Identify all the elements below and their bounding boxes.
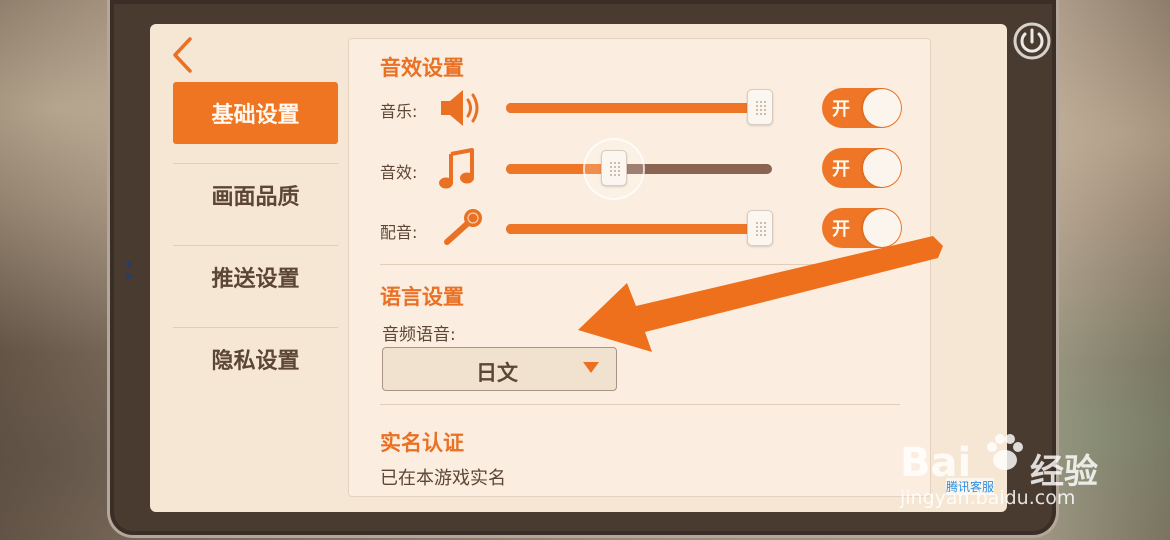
sfx-label: 音效: [380, 163, 418, 182]
toggle-knob [863, 149, 901, 187]
slider-fill [506, 224, 772, 234]
toggle-knob [863, 209, 901, 247]
voice-slider-thumb[interactable] [747, 210, 773, 246]
sidebar-item-privacy[interactable]: 隐私设置 [173, 328, 338, 390]
toggle-label: 开 [832, 219, 850, 240]
watermark-url: jingyan.baidu.com [900, 487, 1076, 509]
sidebar-item-label: 画面品质 [211, 185, 300, 210]
divider [173, 226, 338, 246]
audio-section-title: 音效设置 [380, 56, 464, 80]
sidebar-item-graphics[interactable]: 画面品质 [173, 164, 338, 226]
sidebar-item-label: 隐私设置 [211, 349, 300, 374]
voice-volume-slider[interactable] [506, 224, 772, 234]
divider [173, 144, 338, 164]
toggle-label: 开 [832, 99, 850, 120]
music-slider-thumb[interactable] [747, 89, 773, 125]
music-label: 音乐: [380, 102, 418, 121]
baidu-watermark: Bai 经验 腾讯客服 jingyan.baidu.com [900, 434, 1130, 515]
music-note-icon [434, 148, 484, 192]
sfx-toggle[interactable]: 开 [822, 148, 902, 188]
divider [380, 264, 900, 265]
toggle-knob [863, 89, 901, 127]
slider-fill [506, 103, 772, 113]
voice-label: 配音: [380, 223, 418, 242]
music-volume-slider[interactable] [506, 103, 772, 113]
sidebar-item-push[interactable]: 推送设置 [173, 246, 338, 308]
audio-language-value: 日文 [476, 361, 518, 385]
language-section-title: 语言设置 [380, 285, 464, 309]
watermark-suffix: 经验 [1030, 452, 1098, 492]
sidebar-item-label: 推送设置 [211, 267, 300, 292]
sfx-slider-thumb[interactable] [601, 150, 627, 186]
paw-icon [987, 434, 1023, 470]
audio-language-label: 音频语音: [382, 325, 456, 345]
camera-dot [126, 273, 132, 279]
settings-sidebar: 基础设置 画面品质 推送设置 隐私设置 [173, 82, 338, 390]
sidebar-item-basic[interactable]: 基础设置 [173, 82, 338, 144]
divider [173, 308, 338, 328]
divider [380, 404, 900, 405]
caret-down-icon [583, 362, 599, 373]
power-button[interactable] [1011, 20, 1053, 62]
back-button[interactable] [168, 36, 198, 74]
sidebar-item-label: 基础设置 [211, 103, 300, 128]
chevron-left-icon [173, 37, 192, 73]
camera-dot [126, 261, 132, 267]
voice-toggle[interactable]: 开 [822, 208, 902, 248]
realname-section-title: 实名认证 [380, 431, 464, 455]
music-toggle[interactable]: 开 [822, 88, 902, 128]
power-icon [1013, 22, 1051, 60]
toggle-label: 开 [832, 159, 850, 180]
speaker-icon [437, 86, 487, 130]
microphone-icon [437, 206, 487, 250]
realname-status: 已在本游戏实名 [380, 468, 506, 489]
audio-language-select[interactable]: 日文 [382, 347, 617, 391]
